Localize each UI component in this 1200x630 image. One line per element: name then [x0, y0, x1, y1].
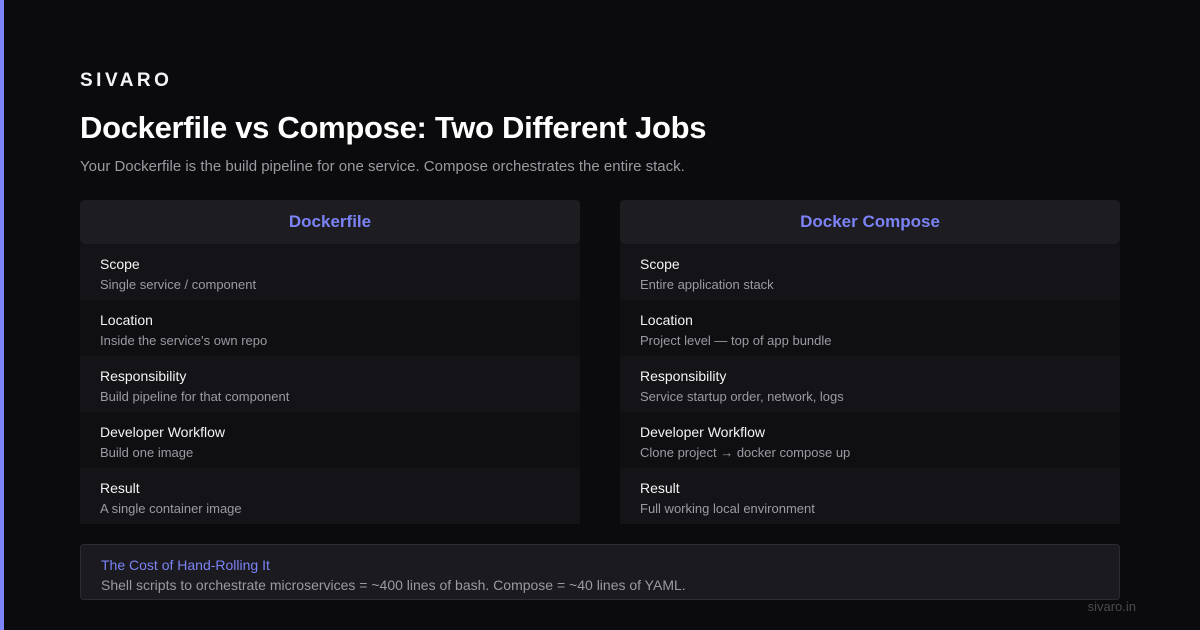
row-label: Result	[640, 480, 680, 496]
compose-card-heading: Docker Compose	[620, 200, 1120, 244]
row-value: Full working local environment	[640, 501, 815, 516]
row-label: Responsibility	[640, 368, 727, 384]
brand-logo: SIVARO	[80, 70, 173, 91]
row-label: Scope	[640, 256, 680, 272]
row-label: Responsibility	[100, 368, 187, 384]
footer-url: sivaro.in	[1087, 599, 1136, 614]
row-value: Entire application stack	[640, 277, 774, 292]
dockerfile-row-workflow: Developer Workflow Build one image	[80, 412, 580, 468]
row-label: Location	[100, 312, 153, 328]
dockerfile-row-scope: Scope Single service / component	[80, 244, 580, 300]
compose-row-workflow: Developer Workflow Clone project → docke…	[620, 412, 1120, 468]
row-label: Location	[640, 312, 693, 328]
dockerfile-card: Dockerfile Scope Single service / compon…	[80, 200, 580, 524]
row-value: Build one image	[100, 445, 194, 460]
row-value: Inside the service's own repo	[100, 333, 268, 348]
accent-bar	[0, 0, 4, 630]
compose-card: Docker Compose Scope Entire application …	[620, 200, 1120, 524]
row-label: Developer Workflow	[640, 424, 766, 440]
compose-row-result: Result Full working local environment	[620, 468, 1120, 524]
page-subtitle: Your Dockerfile is the build pipeline fo…	[80, 158, 685, 175]
row-value: Project level — top of app bundle	[640, 333, 832, 348]
cost-callout: The Cost of Hand-Rolling It Shell script…	[80, 544, 1120, 600]
row-value: A single container image	[100, 501, 242, 516]
row-value: Service startup order, network, logs	[640, 389, 844, 404]
row-label: Developer Workflow	[100, 424, 226, 440]
compose-row-scope: Scope Entire application stack	[620, 244, 1120, 300]
callout-text: Shell scripts to orchestrate microservic…	[101, 577, 686, 593]
dockerfile-row-responsibility: Responsibility Build pipeline for that c…	[80, 356, 580, 412]
dockerfile-row-location: Location Inside the service's own repo	[80, 300, 580, 356]
compose-row-responsibility: Responsibility Service startup order, ne…	[620, 356, 1120, 412]
row-label: Scope	[100, 256, 140, 272]
page-title: Dockerfile vs Compose: Two Different Job…	[80, 110, 707, 145]
dockerfile-row-result: Result A single container image	[80, 468, 580, 524]
callout-title: The Cost of Hand-Rolling It	[101, 557, 270, 573]
row-value: Single service / component	[100, 277, 257, 292]
dockerfile-card-heading: Dockerfile	[80, 200, 580, 244]
row-label: Result	[100, 480, 140, 496]
row-value: Build pipeline for that component	[100, 389, 290, 404]
compose-row-location: Location Project level — top of app bund…	[620, 300, 1120, 356]
row-value: Clone project → docker compose up	[640, 445, 851, 460]
